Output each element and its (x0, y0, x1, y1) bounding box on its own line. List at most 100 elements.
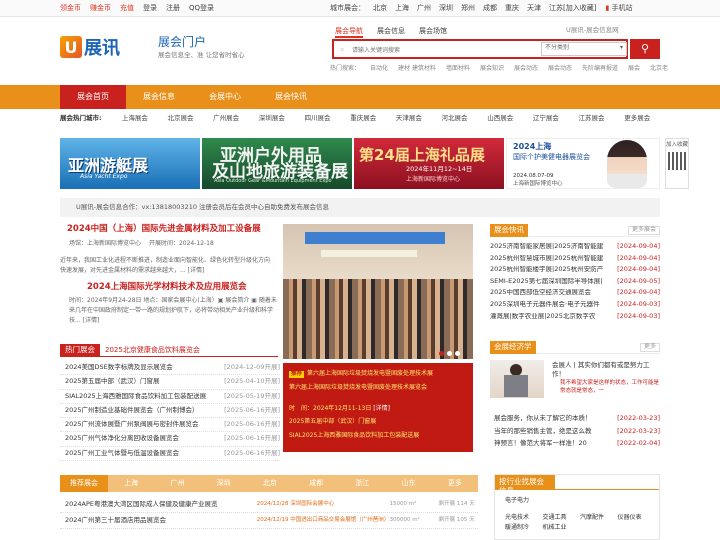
carousel-dot[interactable] (447, 351, 452, 356)
top-link-get-coins[interactable]: 领金币 (60, 4, 81, 12)
list-item[interactable]: 2025广州工业气体暨与低温设备展览会 [2025-06-16开展] (60, 447, 280, 462)
search-tab-venue[interactable]: 展会场馆 (419, 27, 447, 38)
list-item[interactable]: 2025济南智能家居展|2025济南智能建 [2024-09-04] (490, 241, 660, 253)
nav-expo-news[interactable]: 展会快讯 (258, 85, 324, 109)
list-item[interactable]: 展会服务，你从未了解它的本质！ [2022-03-23] (494, 413, 660, 425)
list-item[interactable]: 2025广州气体净化分离回收设备展览会 [2025-06-16开展] (60, 432, 280, 447)
list-item[interactable]: 2025广州制造业基础件展览会（广州制博会） [2025-06-16开展] (60, 404, 280, 419)
city-link[interactable]: 上海展会 (112, 114, 158, 127)
tab-city[interactable]: 深圳 (201, 475, 247, 492)
hot-search-link[interactable]: 建材 建筑材料 (398, 65, 436, 73)
tab-city[interactable]: 成都 (293, 475, 339, 492)
carousel-dot[interactable] (439, 351, 444, 356)
nav-venue-center[interactable]: 会展中心 (192, 85, 258, 109)
list-item[interactable]: 当年的那些销售主管，绝是这么教 [2022-03-23] (494, 425, 660, 437)
tab-more[interactable]: 更多 (432, 475, 478, 492)
hot-search-link[interactable]: 墙面材料 (446, 65, 470, 73)
industry-link[interactable]: 汽摩配件 (580, 514, 618, 522)
city-link-more[interactable]: 更多展会 (614, 114, 660, 127)
hot-expo-tab[interactable]: 热门展会 (60, 344, 100, 357)
hot-search-link[interactable]: 展会知识 (480, 65, 504, 73)
tab-city[interactable]: 上海 (108, 475, 154, 492)
news-more-link[interactable]: 更多展会 (627, 226, 660, 235)
promo-item[interactable]: SIAL2025上海西雅国际食品饮料加工包装配送展 (289, 432, 419, 440)
economics-tab[interactable]: 会展经济学 (490, 341, 536, 354)
top-city-link[interactable]: 重庆 (505, 4, 519, 12)
news-tab[interactable]: 展会快讯 (490, 224, 528, 237)
top-link-recharge[interactable]: 充值 (120, 4, 134, 12)
top-city-link[interactable]: 深圳 (439, 4, 453, 12)
list-item[interactable]: SEMI-E2025第七届深圳国际半导体展| [2024-09-05] (490, 276, 660, 288)
site-logo[interactable]: U 展讯 (60, 34, 120, 60)
hot-search-link[interactable]: 展会 (628, 65, 640, 73)
list-item[interactable]: 2025深圳电子元器件展会·电子元器件 [2024-09-03] (490, 299, 660, 311)
tab-city[interactable]: 山东 (386, 475, 432, 492)
list-item[interactable]: 神预言！像范大将军一样准！20 [2022-02-04] (494, 437, 660, 449)
city-link[interactable]: 四川展会 (295, 114, 341, 127)
industry-header[interactable]: 按行业找展会信息 (495, 475, 555, 494)
city-link[interactable]: 河北展会 (432, 114, 478, 127)
list-item[interactable]: 2025中国西部低空经济交通展览会 [2024-09-04] (490, 287, 660, 299)
top-city-link[interactable]: 广州 (417, 4, 431, 12)
top-city-link[interactable]: 天津 (527, 4, 541, 12)
table-row[interactable]: 2024APE粤港澳大湾区国际成人保健及健康产业展览 2024/12/28 深圳… (60, 497, 478, 513)
ad-yacht-expo[interactable]: 亚洲游艇展 Asia Yacht Expo (60, 138, 200, 189)
hot-search-link[interactable]: 展会动态 (514, 65, 538, 73)
top-link-qq-login[interactable]: QQ登录 (189, 4, 214, 12)
industry-link[interactable]: 暖通制冷 (505, 524, 543, 532)
top-city-link[interactable]: 上海 (395, 4, 409, 12)
bookmark-link[interactable]: [加入收藏] (563, 4, 596, 12)
table-row[interactable]: 2024广州第三十届酒店用品展览会 2024/12/19 中国进出口商品交易会展… (60, 513, 478, 529)
top-link-register[interactable]: 注册 (166, 4, 180, 12)
industry-link[interactable]: 电子电力 (505, 497, 529, 505)
top-city-link[interactable]: 成都 (483, 4, 497, 12)
featured-photo-carousel[interactable] (283, 224, 473, 359)
promo-item[interactable]: 推荐 第六届上海国际垃圾焚烧发电暨固废处理技术展 (289, 370, 433, 378)
list-item[interactable]: 灌溉展|数字农业展|2025北京数字农 [2024-09-03] (490, 311, 660, 323)
mobile-link[interactable]: ▮ 手机站 (605, 4, 632, 12)
nav-home[interactable]: 展会首页 (60, 85, 126, 109)
city-link[interactable]: 江苏展会 (569, 114, 615, 127)
list-item[interactable]: 2025杭州智慧城市展|2025杭州智能建 [2024-09-04] (490, 253, 660, 265)
search-tab-info[interactable]: 展会信息 (377, 27, 405, 38)
top-link-earn-coins[interactable]: 赚金币 (90, 4, 111, 12)
industry-link[interactable]: 机械工业 (543, 524, 581, 532)
hot-expo-featured[interactable]: 2025北京健康食品饮料展览会 (105, 346, 200, 354)
search-button[interactable]: ⚲ (630, 39, 660, 59)
follow-widget[interactable]: 加入收藏 (665, 138, 689, 189)
list-item[interactable]: 2025第五届中部（武汉）门窗展 [2025-04-10开展] (60, 375, 280, 390)
city-link[interactable]: 广州展会 (203, 114, 249, 127)
tab-city[interactable]: 浙江 (339, 475, 385, 492)
ad-gift-expo[interactable]: 第24届上海礼品展 2024年11月12~14日 上海新国际博览中心 (354, 138, 504, 189)
tab-city[interactable]: 北京 (247, 475, 293, 492)
tab-city[interactable]: 广州 (154, 475, 200, 492)
city-link[interactable]: 辽宁展会 (523, 114, 569, 127)
city-link[interactable]: 重庆展会 (340, 114, 386, 127)
list-item[interactable]: 2024美国DSE数字标牌及显示展览会 [2024-12-09开展] (60, 361, 280, 376)
city-link[interactable]: 深圳展会 (249, 114, 295, 127)
list-item[interactable]: 2025杭州智能楼宇展|2025杭州安防产 [2024-09-04] (490, 264, 660, 276)
economics-more-link[interactable]: 更多 (639, 343, 660, 352)
top-link-login[interactable]: 登录 (143, 4, 157, 12)
economics-feature[interactable]: 会展人 | 其实你们都有或是努力工作！ 我不希望大家是这样的状态，工作可能是常态… (490, 359, 660, 399)
hot-search-link[interactable]: 展会动态 (548, 65, 572, 73)
promo-item-full[interactable]: 第六届上海国际垃圾焚烧发电暨固废处理技术展览会 (289, 384, 427, 392)
hot-search-link[interactable]: 自动化 (370, 65, 388, 73)
list-item[interactable]: SIAL2025上海西雅国际食品饮料加工包装配送展 [2025-05-19开展] (60, 390, 280, 404)
industry-link[interactable]: 仪器仪表 (618, 514, 656, 522)
industry-link[interactable]: 光电技术 (505, 514, 543, 522)
industry-link[interactable]: 交通工具 (543, 514, 581, 522)
tab-recommended[interactable]: 推荐展会 (60, 475, 108, 492)
nav-expo-info[interactable]: 展会信息 (126, 85, 192, 109)
headline-1-title[interactable]: 2024中国（上海）国际先进金属材料及加工设备展 (67, 224, 261, 235)
promo-item[interactable]: 2025第五届中部（武汉）门窗展 (289, 418, 376, 426)
search-input[interactable] (352, 44, 542, 56)
hot-search-link[interactable]: 先阶编再报道 (582, 65, 618, 73)
search-tab-nav[interactable]: 展会导航 (335, 27, 363, 39)
headline-2-title[interactable]: 2024上海国际光学材料技术及应用展览会 (87, 282, 247, 293)
carousel-dot[interactable] (455, 351, 460, 356)
top-city-link[interactable]: 郑州 (461, 4, 475, 12)
top-city-link[interactable]: 江苏 (549, 4, 563, 12)
city-link[interactable]: 北京展会 (158, 114, 204, 127)
ad-outdoor-expo[interactable]: 亚洲户外用品 及山地旅游装备展 Asia Outdoor Gear &Mount… (202, 138, 352, 189)
